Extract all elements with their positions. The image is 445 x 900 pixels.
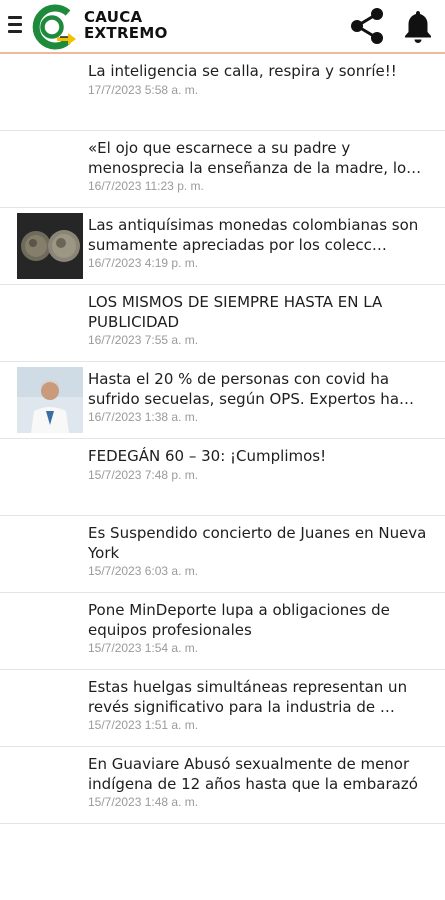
news-title: La inteligencia se calla, respira y sonr… bbox=[88, 62, 397, 80]
news-title: En Guaviare Abusó sexualmente de menor i… bbox=[88, 755, 418, 793]
news-date: 17/7/2023 5:58 a. m. bbox=[88, 82, 199, 97]
bell-icon[interactable] bbox=[402, 8, 434, 44]
news-title: LOS MISMOS DE SIEMPRE HASTA EN LA PUBLIC… bbox=[88, 293, 383, 331]
brand-line-2: EXTREMO bbox=[84, 24, 168, 42]
news-title: «El ojo que escarnece a su padre y menos… bbox=[88, 139, 422, 177]
news-title: Las antiquísimas monedas colombianas son… bbox=[88, 216, 419, 254]
news-title: Es Suspendido concierto de Juanes en Nue… bbox=[88, 524, 427, 562]
news-date: 16/7/2023 4:19 p. m. bbox=[88, 256, 199, 270]
news-item[interactable]: FEDEGÁN 60 – 30: ¡Cumplimos! 15/7/2023 7… bbox=[0, 439, 445, 516]
news-thumbnail bbox=[17, 367, 83, 433]
news-thumbnail bbox=[17, 213, 83, 279]
news-item[interactable]: La inteligencia se calla, respira y sonr… bbox=[0, 54, 445, 131]
news-date: 15/7/2023 6:03 a. m. bbox=[88, 564, 199, 578]
brand-line-1: CAUCA bbox=[84, 8, 143, 26]
news-date: 16/7/2023 11:23 p. m. bbox=[88, 179, 204, 193]
news-date: 15/7/2023 1:54 a. m. bbox=[88, 641, 199, 655]
app-bar: CAUCA EXTREMO bbox=[0, 0, 445, 54]
news-title: Estas huelgas simultáneas representan un… bbox=[88, 678, 408, 716]
news-date: 16/7/2023 7:55 a. m. bbox=[88, 333, 199, 347]
news-item[interactable]: Pone MinDeporte lupa a obligaciones de e… bbox=[0, 593, 445, 670]
brand-name: CAUCA EXTREMO bbox=[84, 9, 168, 41]
menu-icon[interactable] bbox=[8, 16, 22, 34]
news-title: Pone MinDeporte lupa a obligaciones de e… bbox=[88, 601, 390, 639]
news-date: 15/7/2023 7:48 p. m. bbox=[88, 467, 199, 482]
news-item[interactable]: «El ojo que escarnece a su padre y menos… bbox=[0, 131, 445, 208]
news-item[interactable]: Estas huelgas simultáneas representan un… bbox=[0, 670, 445, 747]
logo bbox=[32, 4, 76, 50]
news-date: 15/7/2023 1:51 a. m. bbox=[88, 718, 199, 732]
share-icon[interactable] bbox=[348, 6, 386, 46]
news-title: Hasta el 20 % de personas con covid ha s… bbox=[88, 370, 415, 408]
news-date: 16/7/2023 1:38 a. m. bbox=[88, 410, 199, 424]
news-item[interactable]: Las antiquísimas monedas colombianas son… bbox=[0, 208, 445, 285]
news-item[interactable]: Hasta el 20 % de personas con covid ha s… bbox=[0, 362, 445, 439]
news-title: FEDEGÁN 60 – 30: ¡Cumplimos! bbox=[88, 447, 327, 465]
news-date: 15/7/2023 1:48 a. m. bbox=[88, 795, 199, 809]
news-item[interactable]: LOS MISMOS DE SIEMPRE HASTA EN LA PUBLIC… bbox=[0, 285, 445, 362]
news-item[interactable]: En Guaviare Abusó sexualmente de menor i… bbox=[0, 747, 445, 824]
news-item[interactable]: Es Suspendido concierto de Juanes en Nue… bbox=[0, 516, 445, 593]
news-list: La inteligencia se calla, respira y sonr… bbox=[0, 54, 445, 824]
